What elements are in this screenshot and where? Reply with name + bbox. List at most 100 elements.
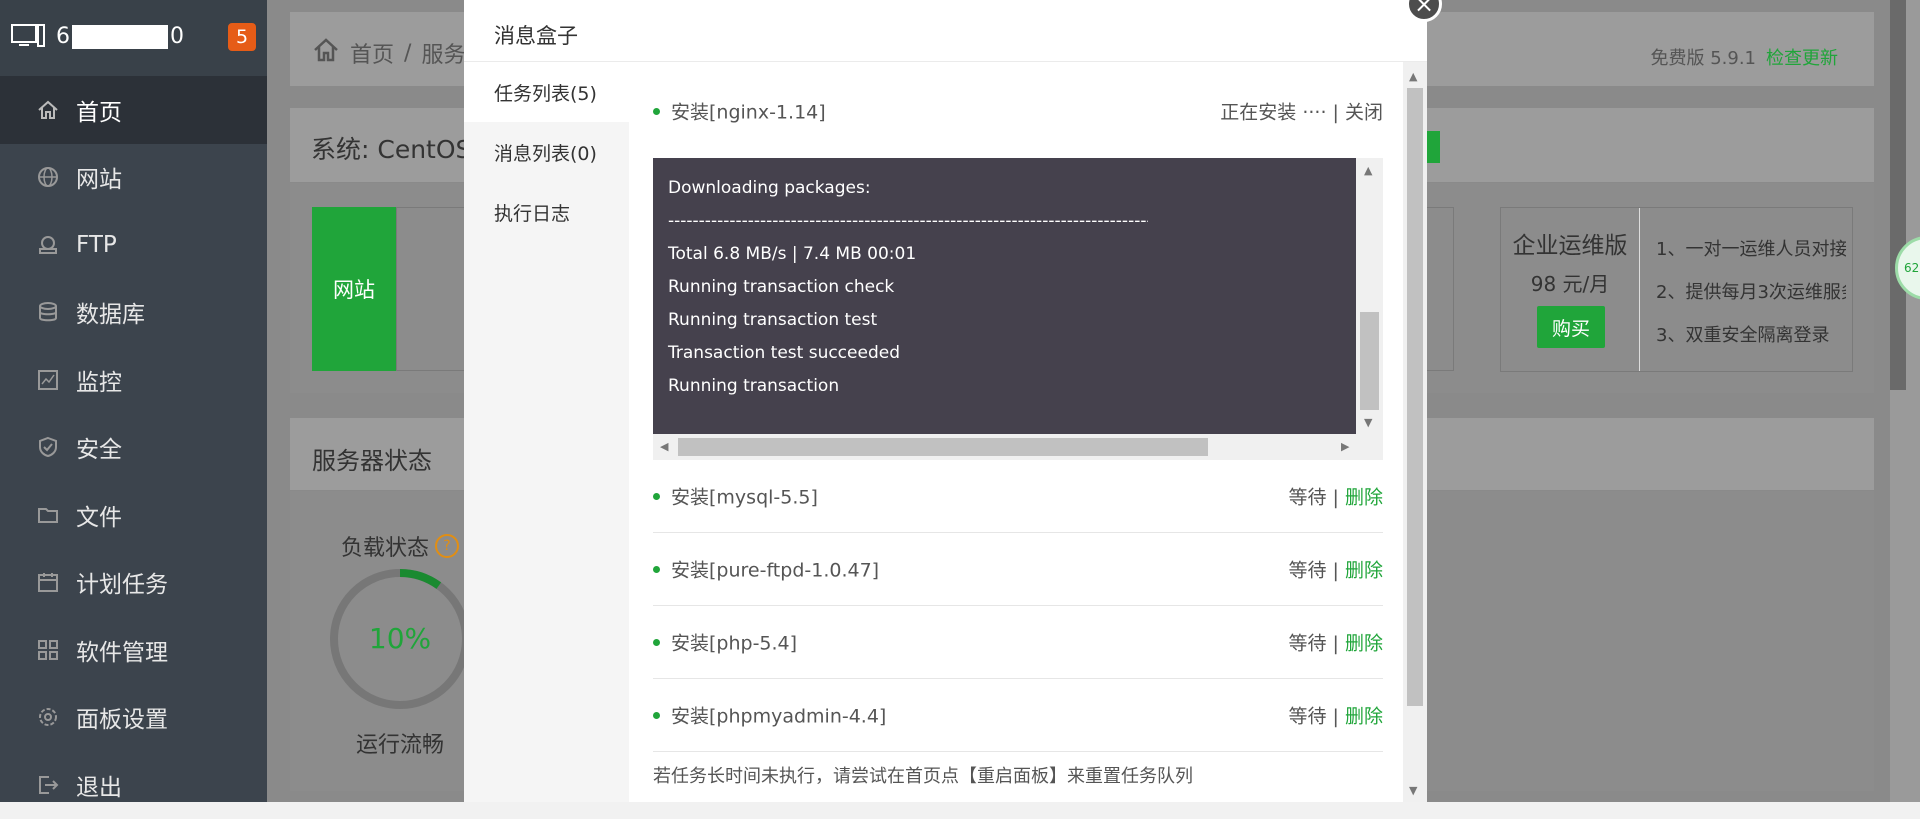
task-status-text: 等待 <box>1288 559 1333 582</box>
message-box-dialog: 消息盒子 任务列表(5) 消息列表(0) 执行日志 安装[nginx-1.14]… <box>464 0 1427 802</box>
task-list: 安装[nginx-1.14] 正在安装 ···· | 关闭 Downloadin… <box>653 62 1383 802</box>
home-icon <box>36 98 60 122</box>
sidebar-item-security[interactable]: 安全 <box>0 414 267 482</box>
tab-message-list[interactable]: 消息列表(0) <box>464 122 629 182</box>
sidebar-item-label: 计划任务 <box>76 572 168 599</box>
log-line: Running transaction check <box>668 277 895 297</box>
sidebar-item-label: 监控 <box>76 369 122 396</box>
monitor-chart-icon <box>36 368 60 392</box>
scroll-up-arrow-icon[interactable]: ▲ <box>1364 164 1372 177</box>
version-label: 免费版 5.9.1 <box>1650 48 1756 69</box>
task-name: 安装[php-5.4] <box>671 632 798 655</box>
sidebar-item-label: 数据库 <box>76 302 145 329</box>
promo-feature: 2、提供每月3次运维服务 <box>1656 282 1846 303</box>
home-icon[interactable] <box>312 36 340 70</box>
gear-icon <box>36 705 60 729</box>
sidebar-item-files[interactable]: 文件 <box>0 481 267 549</box>
sidebar-item-website[interactable]: 网站 <box>0 144 267 212</box>
sidebar-item-label: FTP <box>76 231 117 258</box>
log-horizontal-scroll-thumb[interactable] <box>678 438 1208 456</box>
promo-divider <box>1639 208 1640 371</box>
scroll-down-arrow-icon[interactable]: ▼ <box>1364 416 1372 429</box>
scroll-left-arrow-icon[interactable]: ◀ <box>660 440 668 453</box>
server-name: 60 <box>56 24 184 49</box>
server-status-title: 服务器状态 <box>312 447 432 475</box>
promo-feature: 1、一对一运维人员对接 <box>1656 239 1846 260</box>
task-row: 安装[phpmyadmin-4.4] 等待 | 删除 <box>653 679 1383 752</box>
status-dot <box>653 108 660 115</box>
log-line: Transaction test succeeded <box>668 343 900 363</box>
task-name: 安装[mysql-5.5] <box>671 486 818 509</box>
log-line: Running transaction test <box>668 310 878 330</box>
dialog-tabs: 任务列表(5) 消息列表(0) 执行日志 <box>464 62 629 802</box>
promo-title: 企业运维版 <box>1512 233 1628 259</box>
task-name: 安装[nginx-1.14] <box>671 101 826 124</box>
task-status-text: 正在安装 ···· <box>1220 101 1333 124</box>
sidebar-item-software[interactable]: 软件管理 <box>0 616 267 684</box>
sidebar-item-label: 面板设置 <box>76 707 168 734</box>
load-status-title: 负载状态 ? <box>341 530 460 562</box>
log-line: Running transaction <box>668 376 840 396</box>
sidebar-nav: 首页 网站 FTP 数据库 监控 安全 文件 计划任务 软件管理 面板设置 退出 <box>0 76 267 819</box>
tab-execution-log[interactable]: 执行日志 <box>464 182 629 242</box>
dialog-scroll-thumb[interactable] <box>1407 88 1423 706</box>
task-status-text: 等待 <box>1288 632 1333 655</box>
sidebar-item-label: 安全 <box>76 437 122 464</box>
log-line: Downloading packages: <box>668 178 871 198</box>
delete-task-link[interactable]: 删除 <box>1339 706 1383 728</box>
dialog-header: 消息盒子 <box>464 0 1427 62</box>
task-row: 安装[mysql-5.5] 等待 | 删除 <box>653 460 1383 533</box>
task-status-text: 等待 <box>1288 486 1333 509</box>
log-line: Total 6.8 MB/s | 7.4 MB 00:01 <box>668 244 917 264</box>
sidebar-item-settings[interactable]: 面板设置 <box>0 684 267 752</box>
task-status: 正在安装 ···· | 关闭 <box>1220 98 1383 125</box>
scroll-up-arrow-icon[interactable]: ▲ <box>1409 70 1417 83</box>
version-info: 免费版 5.9.1 检查更新 <box>1650 44 1838 70</box>
tab-task-list[interactable]: 任务列表(5) <box>464 62 629 122</box>
install-log: Downloading packages: ------------------… <box>653 158 1383 460</box>
grid-icon <box>36 638 60 662</box>
shield-icon <box>36 435 60 459</box>
close-task-link[interactable]: 关闭 <box>1339 102 1383 124</box>
breadcrumb-separator: / <box>404 40 412 66</box>
site-tile[interactable]: 网站 <box>312 207 396 371</box>
delete-task-link[interactable]: 删除 <box>1339 633 1383 655</box>
task-status: 等待 | 删除 <box>1289 556 1384 583</box>
task-status: 等待 | 删除 <box>1289 702 1384 729</box>
breadcrumb-home[interactable]: 首页 <box>350 37 394 69</box>
buy-button[interactable]: 购买 <box>1537 306 1605 348</box>
log-output: Downloading packages: ------------------… <box>653 158 1356 434</box>
sidebar-item-cron[interactable]: 计划任务 <box>0 549 267 617</box>
task-row: 安装[php-5.4] 等待 | 删除 <box>653 606 1383 679</box>
globe-icon <box>36 165 60 189</box>
check-update-link[interactable]: 检查更新 <box>1766 48 1838 69</box>
sidebar-item-logout[interactable]: 退出 <box>0 751 267 819</box>
delete-task-link[interactable]: 删除 <box>1339 560 1383 582</box>
sidebar-item-monitor[interactable]: 监控 <box>0 346 267 414</box>
breadcrumb-current: 服务 <box>421 43 466 68</box>
sidebar-item-label: 文件 <box>76 504 122 531</box>
sidebar-item-database[interactable]: 数据库 <box>0 279 267 347</box>
load-value: 10% <box>368 622 432 655</box>
database-icon <box>36 300 60 324</box>
monitor-icon <box>11 24 45 54</box>
folder-icon <box>36 503 60 527</box>
sidebar-item-home[interactable]: 首页 <box>0 76 267 144</box>
task-row: 安装[nginx-1.14] 正在安装 ···· | 关闭 <box>653 86 1383 136</box>
log-vertical-scroll-thumb[interactable] <box>1360 312 1379 410</box>
system-title: 系统: CentOS <box>311 135 472 164</box>
status-dot <box>653 566 660 573</box>
task-status: 等待 | 删除 <box>1289 629 1384 656</box>
delete-task-link[interactable]: 删除 <box>1339 487 1383 509</box>
sidebar-item-ftp[interactable]: FTP <box>0 211 267 279</box>
scroll-down-arrow-icon[interactable]: ▼ <box>1409 784 1417 797</box>
task-status-text: 等待 <box>1288 705 1333 728</box>
logout-icon <box>36 773 60 797</box>
notification-badge[interactable]: 5 <box>228 23 256 51</box>
scroll-right-arrow-icon[interactable]: ▶ <box>1341 440 1349 453</box>
task-status: 等待 | 删除 <box>1289 483 1384 510</box>
help-icon[interactable]: ? <box>435 534 460 558</box>
load-status-label: 负载状态 <box>341 536 430 561</box>
page-scrollbar-thumb[interactable] <box>1890 0 1906 390</box>
sidebar-item-label: 首页 <box>76 99 122 126</box>
